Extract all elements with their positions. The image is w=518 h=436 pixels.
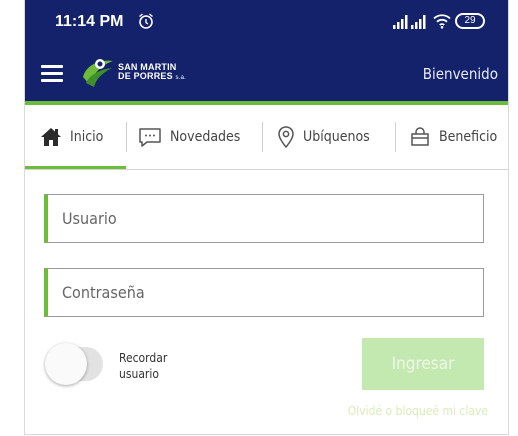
tab-inicio-label: Inicio <box>70 129 104 145</box>
tab-ubiquenos[interactable]: Ubíquenos <box>277 105 370 169</box>
toggle-knob <box>45 343 87 385</box>
tab-inicio[interactable]: Inicio <box>40 105 103 169</box>
tab-novedades-label: Novedades <box>170 129 241 145</box>
remember-label-line1: Recordar <box>119 351 168 365</box>
hamburger-menu-icon[interactable] <box>41 65 63 82</box>
password-field[interactable]: Contraseña <box>44 268 484 317</box>
logo-line2: DE PORRES <box>118 71 173 81</box>
home-icon <box>41 128 61 146</box>
remember-label-line2: usuario <box>119 367 159 381</box>
tab-beneficios[interactable]: Beneficio <box>409 105 497 169</box>
welcome-label: Bienvenido <box>422 65 498 83</box>
tab-divider <box>395 122 396 152</box>
brand-logo: SAN MARTIN DE PORRES s.a. <box>80 55 230 89</box>
status-time: 11:14 PM <box>55 13 124 30</box>
battery-icon: 29 <box>455 13 485 29</box>
app-bar: SAN MARTIN DE PORRES s.a. Bienvenido <box>25 46 508 105</box>
chat-icon <box>139 128 161 147</box>
bag-icon <box>411 127 429 146</box>
tab-divider <box>262 122 263 152</box>
alarm-icon <box>137 12 155 34</box>
password-placeholder: Contraseña <box>62 283 145 302</box>
remember-label: Recordar usuario <box>119 350 167 382</box>
tab-ubiquenos-label: Ubíquenos <box>303 129 370 145</box>
tab-beneficios-label: Beneficio <box>439 129 498 145</box>
location-pin-icon <box>278 126 294 149</box>
active-tab-indicator <box>25 166 126 169</box>
logo-emblem-icon <box>83 59 113 87</box>
signal-icon <box>411 14 427 33</box>
forgot-password-link[interactable]: Olvidé o bloqueé mi clave <box>348 404 488 418</box>
logo-text: SAN MARTIN DE PORRES s.a. <box>118 63 186 83</box>
tab-bar: Inicio Novedades Ubíquenos Beneficio <box>25 105 508 170</box>
login-button[interactable]: Ingresar <box>362 338 484 390</box>
wifi-icon <box>433 13 451 33</box>
username-field[interactable]: Usuario <box>44 194 484 243</box>
remember-toggle[interactable] <box>45 343 103 385</box>
logo-suffix: s.a. <box>175 75 186 81</box>
status-bar: 11:14 PM 29 <box>25 0 508 46</box>
signal-icon <box>393 14 409 33</box>
tab-novedades[interactable]: Novedades <box>138 105 240 169</box>
username-placeholder: Usuario <box>62 209 117 228</box>
tab-divider <box>126 122 127 152</box>
app-frame: 11:14 PM 29 SAN MARTIN DE PORRES s.a. Bi… <box>24 0 509 435</box>
